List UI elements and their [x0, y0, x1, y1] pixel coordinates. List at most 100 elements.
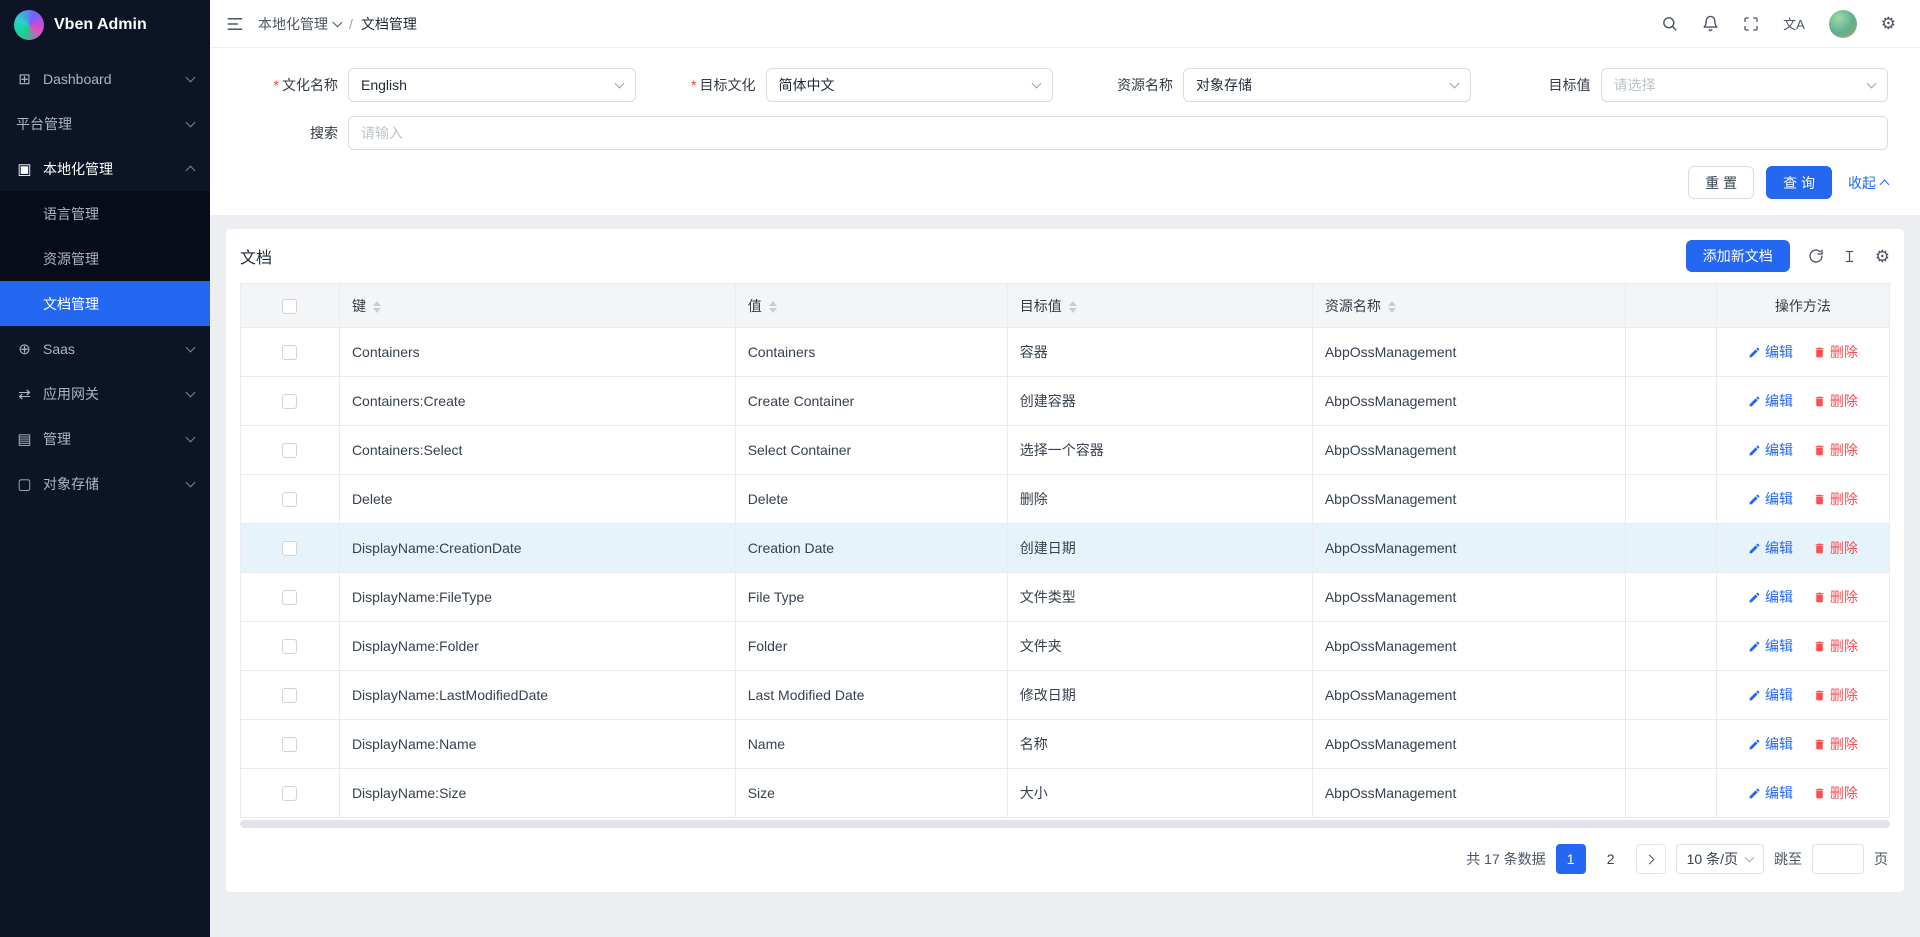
sidebar-item-Saas[interactable]: ⊕ Saas: [0, 326, 210, 371]
query-button[interactable]: 查 询: [1766, 166, 1832, 199]
column-header-key[interactable]: 键: [339, 284, 735, 328]
cell-resource-name: AbpOssManagement: [1312, 671, 1625, 720]
user-avatar[interactable]: [1829, 10, 1857, 38]
edit-button[interactable]: 编辑: [1748, 489, 1793, 509]
edit-pencil-icon: [1748, 444, 1761, 457]
table-row: Containers Containers 容器 AbpOssManagemen…: [241, 328, 1890, 377]
edit-button[interactable]: 编辑: [1748, 685, 1793, 705]
app-logo[interactable]: Vben Admin: [0, 0, 210, 50]
select-all-checkbox[interactable]: [282, 299, 297, 314]
notification-bell-icon[interactable]: [1702, 15, 1719, 32]
row-checkbox[interactable]: [282, 443, 297, 458]
sidebar-item-Dashboard[interactable]: ⊞ Dashboard: [0, 56, 210, 101]
column-header-value[interactable]: 值: [735, 284, 1007, 328]
sidebar-collapse-icon[interactable]: [226, 15, 244, 33]
row-height-icon[interactable]: [1842, 249, 1857, 264]
cell-value: File Type: [735, 573, 1007, 622]
translate-icon[interactable]: 文A: [1783, 14, 1805, 33]
filter-select[interactable]: English: [348, 68, 636, 102]
sidebar-item-平台管理[interactable]: 平台管理: [0, 101, 210, 146]
search-row: 搜索: [230, 116, 1900, 150]
page-button-1[interactable]: 1: [1556, 844, 1586, 874]
filter-buttons: 重 置 查 询 收起: [230, 166, 1900, 199]
next-page-button[interactable]: [1636, 844, 1666, 874]
logo-icon: [14, 10, 44, 40]
delete-button[interactable]: 删除: [1813, 538, 1858, 558]
filter-select[interactable]: 对象存储: [1183, 68, 1471, 102]
trash-icon: [1813, 542, 1826, 555]
delete-button[interactable]: 删除: [1813, 636, 1858, 656]
edit-button[interactable]: 编辑: [1748, 440, 1793, 460]
delete-button[interactable]: 删除: [1813, 489, 1858, 509]
page-button-2[interactable]: 2: [1596, 844, 1626, 874]
delete-button[interactable]: 删除: [1813, 685, 1858, 705]
collapse-link[interactable]: 收起: [1848, 173, 1888, 193]
row-checkbox[interactable]: [282, 590, 297, 605]
delete-button[interactable]: 删除: [1813, 391, 1858, 411]
saas-icon: ⊕: [16, 340, 33, 358]
edit-pencil-icon: [1748, 542, 1761, 555]
chevron-up-icon: [1880, 180, 1890, 190]
sidebar-item-本地化管理[interactable]: ▣ 本地化管理: [0, 146, 210, 191]
row-checkbox[interactable]: [282, 394, 297, 409]
delete-button[interactable]: 删除: [1813, 783, 1858, 803]
add-document-button[interactable]: 添加新文档: [1686, 240, 1790, 272]
trash-icon: [1813, 346, 1826, 359]
search-icon[interactable]: [1661, 15, 1678, 32]
chevron-icon: [186, 432, 196, 442]
cell-target-value: 容器: [1007, 328, 1312, 377]
delete-button[interactable]: 删除: [1813, 342, 1858, 362]
row-checkbox[interactable]: [282, 786, 297, 801]
filter-fields-row: *文化名称 English *目标文化 简体中文 *资源名称 对象存储 *目标值…: [230, 56, 1900, 102]
edit-button[interactable]: 编辑: [1748, 587, 1793, 607]
filter-select[interactable]: 简体中文: [766, 68, 1054, 102]
sidebar-item-管理[interactable]: ▤ 管理: [0, 416, 210, 461]
cell-target-value: 名称: [1007, 720, 1312, 769]
chevron-down-icon: [614, 79, 624, 89]
column-settings-icon[interactable]: ⚙: [1875, 248, 1890, 265]
cell-key: Containers:Select: [339, 426, 735, 475]
cell-key: DisplayName:CreationDate: [339, 524, 735, 573]
fullscreen-icon[interactable]: [1743, 16, 1759, 32]
row-checkbox[interactable]: [282, 737, 297, 752]
edit-button[interactable]: 编辑: [1748, 391, 1793, 411]
sidebar-item-应用网关[interactable]: ⇄ 应用网关: [0, 371, 210, 416]
cell-resource-name: AbpOssManagement: [1312, 475, 1625, 524]
search-input[interactable]: [348, 116, 1888, 150]
sidebar-item-资源管理[interactable]: 资源管理: [0, 236, 210, 281]
page-size-select[interactable]: 10 条/页: [1676, 844, 1764, 874]
row-checkbox[interactable]: [282, 345, 297, 360]
row-checkbox[interactable]: [282, 541, 297, 556]
cell-target-value: 修改日期: [1007, 671, 1312, 720]
edit-button[interactable]: 编辑: [1748, 636, 1793, 656]
row-checkbox[interactable]: [282, 492, 297, 507]
horizontal-scrollbar[interactable]: [240, 820, 1890, 828]
row-checkbox[interactable]: [282, 639, 297, 654]
cell-value: Select Container: [735, 426, 1007, 475]
edit-button[interactable]: 编辑: [1748, 538, 1793, 558]
table-card-header: 文档 添加新文档 ⚙: [240, 229, 1890, 283]
reset-button[interactable]: 重 置: [1688, 166, 1754, 199]
sidebar-item-语言管理[interactable]: 语言管理: [0, 191, 210, 236]
jump-page-input[interactable]: [1812, 844, 1864, 874]
trash-icon: [1813, 444, 1826, 457]
cell-resource-name: AbpOssManagement: [1312, 720, 1625, 769]
trash-icon: [1813, 787, 1826, 800]
row-checkbox[interactable]: [282, 688, 297, 703]
sidebar-item-文档管理[interactable]: 文档管理: [0, 281, 210, 326]
edit-button[interactable]: 编辑: [1748, 783, 1793, 803]
edit-button[interactable]: 编辑: [1748, 734, 1793, 754]
refresh-icon[interactable]: [1808, 248, 1824, 264]
breadcrumb-parent[interactable]: 本地化管理: [258, 14, 341, 34]
edit-button[interactable]: 编辑: [1748, 342, 1793, 362]
chevron-down-icon: [1867, 79, 1877, 89]
delete-button[interactable]: 删除: [1813, 440, 1858, 460]
settings-gear-icon[interactable]: ⚙: [1881, 15, 1896, 32]
column-header-resource[interactable]: 资源名称: [1312, 284, 1625, 328]
filter-select[interactable]: 请选择: [1601, 68, 1889, 102]
delete-button[interactable]: 删除: [1813, 734, 1858, 754]
column-header-target[interactable]: 目标值: [1007, 284, 1312, 328]
cell-resource-name: AbpOssManagement: [1312, 377, 1625, 426]
delete-button[interactable]: 删除: [1813, 587, 1858, 607]
sidebar-item-对象存储[interactable]: ▢ 对象存储: [0, 461, 210, 506]
